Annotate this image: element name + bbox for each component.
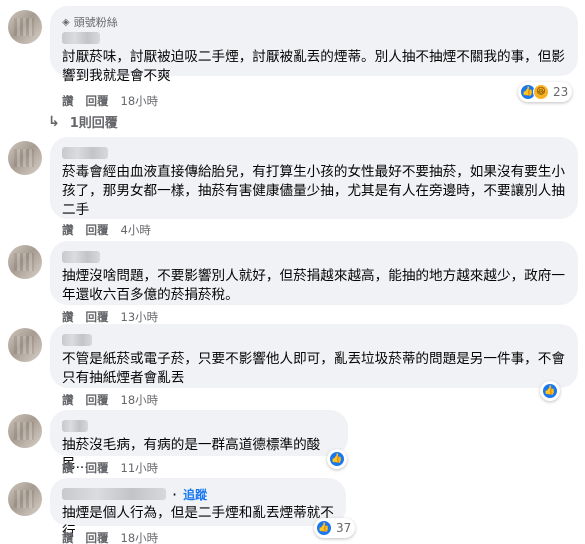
commenter-name[interactable] bbox=[62, 418, 336, 434]
comment-bubble: 菸毒會經由血液直接傳給胎兒，有打算生小孩的女性最好不要抽菸，如果沒有要生小 孩了… bbox=[50, 137, 578, 219]
like-button[interactable]: 讚 bbox=[62, 392, 74, 408]
like-button[interactable]: 讚 bbox=[62, 460, 74, 476]
comment-actions: 讚 回覆 11小時 bbox=[62, 460, 158, 476]
reaction-summary[interactable]: 👍 bbox=[327, 449, 347, 469]
reaction-summary[interactable]: 👍 bbox=[540, 381, 560, 401]
timestamp[interactable]: 4小時 bbox=[121, 222, 151, 238]
commenter-name[interactable] bbox=[62, 249, 566, 265]
timestamp[interactable]: 18小時 bbox=[121, 392, 159, 408]
like-button[interactable]: 讚 bbox=[62, 309, 74, 325]
comment-text: 菸毒會經由血液直接傳給胎兒，有打算生小孩的女性最好不要抽菸，如果沒有要生小 孩了… bbox=[62, 164, 565, 218]
reaction-count: 37 bbox=[336, 521, 352, 535]
comment-text: 不管是紙菸或電子菸，只要不影響他人即可，亂丟垃圾菸蒂的問題是另一件事，不會 只有… bbox=[62, 351, 565, 386]
like-button[interactable]: 讚 bbox=[62, 222, 74, 238]
avatar[interactable] bbox=[8, 141, 42, 175]
avatar[interactable] bbox=[8, 482, 42, 516]
comment-actions: 讚 回覆 18小時 bbox=[62, 392, 158, 408]
like-thumb-icon: 👍 bbox=[329, 451, 345, 467]
comment-text: 討厭菸味，討厭被迫吸二手煙，討厭被亂丟的煙蒂。別人抽不抽煙不關我的事，但影 響到… bbox=[62, 49, 565, 84]
reply-button[interactable]: 回覆 bbox=[86, 530, 109, 544]
comment-actions: 讚 回覆 4小時 bbox=[62, 222, 151, 238]
timestamp[interactable]: 11小時 bbox=[121, 460, 159, 476]
haha-face-icon: 😆 bbox=[533, 84, 549, 100]
avatar[interactable] bbox=[8, 245, 42, 279]
reply-button[interactable]: 回覆 bbox=[86, 309, 109, 325]
avatar[interactable] bbox=[8, 10, 42, 44]
commenter-name[interactable] bbox=[62, 30, 566, 46]
commenter-name[interactable] bbox=[62, 332, 566, 348]
reply-arrow-icon: ↳ bbox=[48, 113, 60, 130]
comment-actions: 讚 回覆 18小時 bbox=[62, 93, 158, 109]
like-button[interactable]: 讚 bbox=[62, 530, 74, 544]
comment-actions: 讚 回覆 13小時 bbox=[62, 309, 158, 325]
comment-bubble: · 追蹤 抽煙是個人行為，但是二手煙和亂丟煙蒂就不行 bbox=[50, 478, 346, 540]
like-thumb-icon: 👍 bbox=[316, 520, 332, 536]
comment-text: 抽煙沒啥問題，不要影響別人就好，但菸捐越來越高，能抽的地方越來越少，政府一 年還… bbox=[62, 268, 565, 303]
avatar[interactable] bbox=[8, 328, 42, 362]
diamond-badge-icon: ◈ bbox=[62, 16, 70, 28]
comment-bubble: ◈ 頭號粉絲 討厭菸味，討厭被迫吸二手煙，討厭被亂丟的煙蒂。別人抽不抽煙不關我的… bbox=[50, 6, 578, 84]
comment-actions: 讚 回覆 18小時 bbox=[62, 530, 158, 544]
reaction-summary[interactable]: 👍 😆 23 bbox=[518, 82, 573, 102]
like-thumb-icon: 👍 bbox=[542, 383, 558, 399]
comment-bubble: 抽菸沒毛病，有病的是一群高道德標準的酸民... bbox=[50, 410, 348, 472]
view-replies[interactable]: ↳ 1則回覆 bbox=[48, 112, 118, 132]
avatar[interactable] bbox=[8, 414, 42, 448]
comment-bubble: 不管是紙菸或電子菸，只要不影響他人即可，亂丟垃圾菸蒂的問題是另一件事，不會 只有… bbox=[50, 324, 578, 388]
timestamp[interactable]: 18小時 bbox=[121, 93, 159, 109]
reaction-count: 23 bbox=[553, 85, 569, 99]
reply-button[interactable]: 回覆 bbox=[86, 392, 109, 408]
replies-label: 1則回覆 bbox=[69, 116, 118, 131]
reply-button[interactable]: 回覆 bbox=[86, 222, 109, 238]
like-button[interactable]: 讚 bbox=[62, 93, 74, 109]
reply-button[interactable]: 回覆 bbox=[86, 93, 109, 109]
comment-bubble: 抽煙沒啥問題，不要影響別人就好，但菸捐越來越高，能抽的地方越來越少，政府一 年還… bbox=[50, 241, 578, 305]
timestamp[interactable]: 18小時 bbox=[121, 530, 159, 544]
commenter-name[interactable] bbox=[62, 145, 566, 161]
follow-button[interactable]: 追蹤 bbox=[183, 486, 207, 503]
reply-button[interactable]: 回覆 bbox=[86, 460, 109, 476]
badge-label: 頭號粉絲 bbox=[73, 16, 118, 29]
reaction-summary[interactable]: 👍 37 bbox=[314, 518, 356, 538]
commenter-name[interactable]: · 追蹤 bbox=[62, 485, 334, 504]
fan-badge: ◈ 頭號粉絲 bbox=[62, 14, 566, 30]
timestamp[interactable]: 13小時 bbox=[121, 309, 159, 325]
